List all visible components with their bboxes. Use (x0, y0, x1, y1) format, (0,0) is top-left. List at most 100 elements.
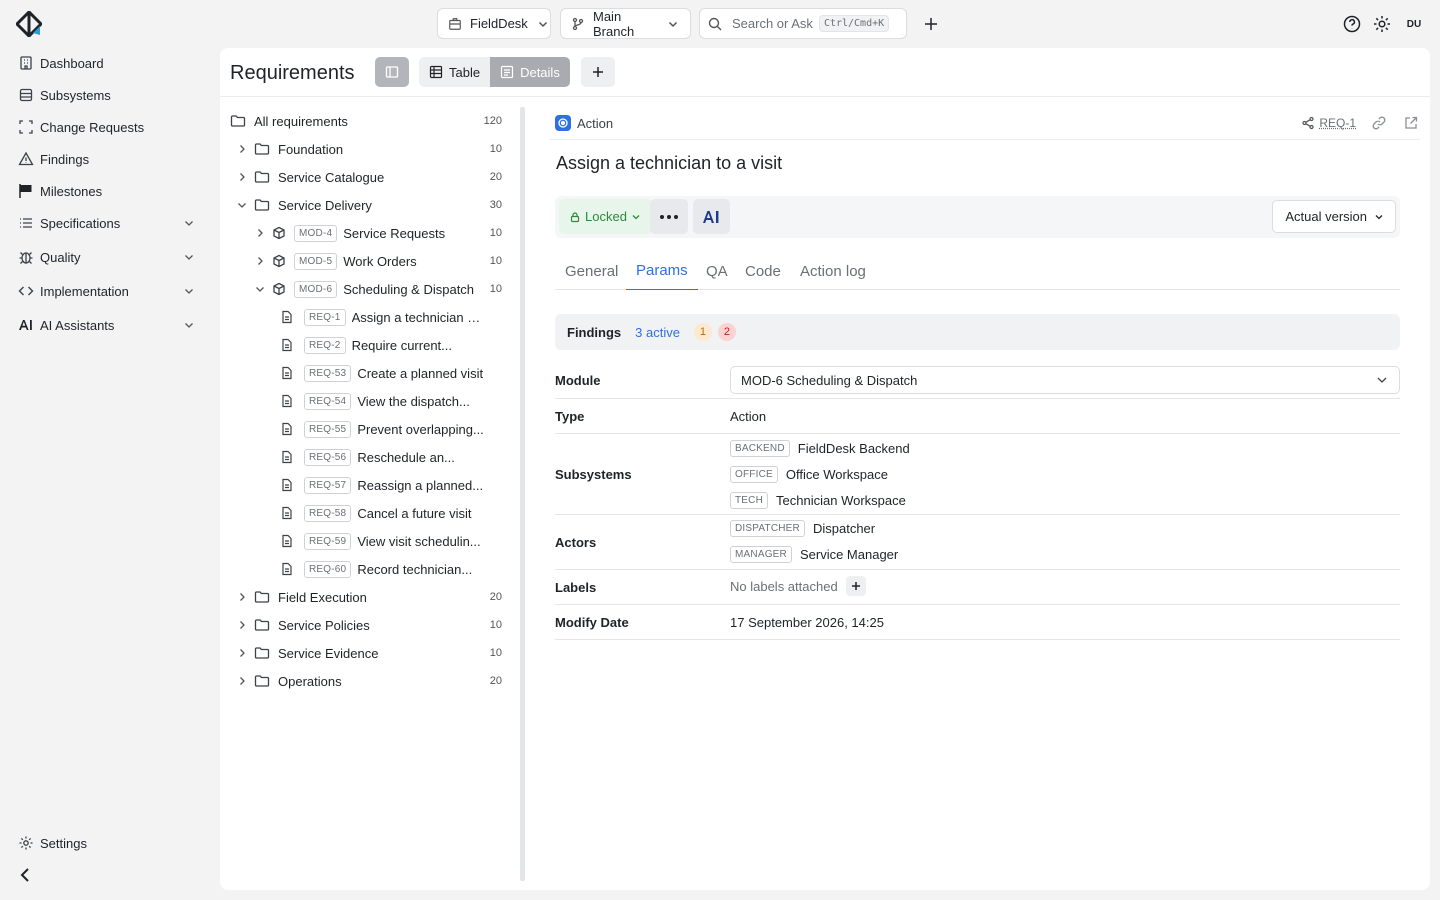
tab-general[interactable]: General (565, 252, 618, 290)
tree-requirement-item[interactable]: REQ-60 Record technician... (220, 555, 510, 583)
findings-error-badge[interactable]: 2 (717, 323, 736, 341)
status-locked-button[interactable]: Locked (559, 199, 652, 234)
tree-label: View the dispatch... (357, 393, 470, 409)
tree-requirement-item[interactable]: REQ-1 Assign a technician t... (220, 303, 510, 331)
sidebar-item-milestones[interactable]: Milestones (10, 177, 210, 205)
tree-group-field-execution[interactable]: Field Execution 20 (220, 583, 510, 611)
sidebar-item-findings[interactable]: Findings (10, 145, 210, 173)
tree-requirement-item[interactable]: REQ-54 View the dispatch... (220, 387, 510, 415)
tree-requirement-item[interactable]: REQ-59 View visit schedulin... (220, 527, 510, 555)
chevron-down-icon[interactable] (254, 283, 266, 295)
project-selector[interactable]: FieldDesk (437, 8, 551, 39)
sidebar-item-label: Change Requests (40, 119, 145, 135)
actor-item[interactable]: MANAGER Service Manager (730, 546, 898, 563)
sidebar-item-specifications[interactable]: Specifications (10, 209, 210, 237)
actor-item[interactable]: DISPATCHER Dispatcher (730, 520, 875, 537)
tree-root-all-requirements[interactable]: All requirements 120 (220, 107, 510, 135)
tree-requirement-item[interactable]: REQ-2 Require current... (220, 331, 510, 359)
tab-qa[interactable]: QA (706, 252, 728, 290)
tree-requirement-item[interactable]: REQ-53 Create a planned visit (220, 359, 510, 387)
app-logo[interactable] (16, 11, 42, 37)
chevron-right-icon[interactable] (236, 675, 248, 687)
tree-count: 10 (489, 647, 502, 659)
tree-module-mod-5[interactable]: MOD-5 Work Orders 10 (220, 247, 510, 275)
requirement-tag: REQ-59 (304, 532, 352, 550)
chevron-right-icon[interactable] (254, 227, 266, 239)
requirement-ref-link[interactable]: REQ-1 (1301, 116, 1356, 130)
chevron-down-icon[interactable] (236, 199, 248, 211)
panel-splitter[interactable] (520, 107, 525, 881)
search-input[interactable]: Search or Ask Ctrl/Cmd+K (699, 8, 907, 39)
sidebar-item-label: Subsystems (40, 87, 111, 103)
tree-module-mod-6[interactable]: MOD-6 Scheduling & Dispatch 10 (220, 275, 510, 303)
help-button[interactable] (1342, 14, 1362, 34)
chevron-down-icon[interactable] (182, 250, 196, 264)
tree-requirement-item[interactable]: REQ-56 Reschedule an... (220, 443, 510, 471)
tab-params[interactable]: Params (626, 252, 698, 290)
findings-warning-badge[interactable]: 1 (693, 323, 712, 341)
link-icon[interactable] (1370, 114, 1388, 132)
subsystem-item[interactable]: BACKEND FieldDesk Backend (730, 440, 910, 457)
chevron-down-icon (1373, 211, 1385, 223)
toggle-tree-panel-button[interactable] (375, 57, 409, 87)
tree-group-operations[interactable]: Operations 20 (220, 667, 510, 695)
sidebar-item-implementation[interactable]: Implementation (10, 277, 210, 305)
requirement-tag: REQ-57 (304, 476, 352, 494)
sidebar-item-ai-assistants[interactable]: AI Assistants (10, 311, 210, 339)
subsystem-item[interactable]: TECH Technician Workspace (730, 492, 906, 509)
detail-tabs: General Params QA Code Action log (555, 252, 1400, 290)
tree-count: 10 (489, 227, 502, 239)
branch-selector[interactable]: Main Branch (560, 8, 691, 39)
sidebar-item-subsystems[interactable]: Subsystems (10, 81, 210, 109)
search-shortcut: Ctrl/Cmd+K (818, 15, 890, 32)
subsystem-item[interactable]: OFFICE Office Workspace (730, 466, 888, 483)
tree-group-service-evidence[interactable]: Service Evidence 10 (220, 639, 510, 667)
tree-requirement-item[interactable]: REQ-55 Prevent overlapping... (220, 415, 510, 443)
more-options-button[interactable] (650, 199, 688, 234)
settings-button[interactable] (1372, 14, 1392, 34)
sidebar-item-change-requests[interactable]: Change Requests (10, 113, 210, 141)
subsystem-tag: BACKEND (730, 440, 790, 457)
tree-requirement-item[interactable]: REQ-57 Reassign a planned... (220, 471, 510, 499)
tree-requirement-item[interactable]: REQ-58 Cancel a future visit (220, 499, 510, 527)
findings-active-link[interactable]: 3 active (635, 325, 680, 340)
tree-group-service-policies[interactable]: Service Policies 10 (220, 611, 510, 639)
tree-label: Assign a technician t... (351, 309, 482, 325)
chevron-right-icon[interactable] (254, 255, 266, 267)
chevron-right-icon[interactable] (236, 591, 248, 603)
page-title: Requirements (230, 62, 355, 84)
add-view-button[interactable] (581, 57, 615, 87)
sidebar-item-quality[interactable]: Quality (10, 243, 210, 271)
table-icon (429, 65, 443, 79)
chevron-right-icon[interactable] (236, 143, 248, 155)
requirement-tag: REQ-2 (304, 336, 346, 354)
sidebar-item-settings[interactable]: Settings (10, 829, 210, 857)
more-horizontal-icon (659, 214, 679, 220)
tree-group-service-delivery[interactable]: Service Delivery 30 (220, 191, 510, 219)
open-external-icon[interactable] (1402, 114, 1420, 132)
module-select[interactable]: MOD-6 Scheduling & Dispatch (730, 366, 1400, 394)
sidebar-item-label: Milestones (40, 183, 103, 199)
collapse-sidebar-button[interactable] (14, 864, 36, 886)
create-button[interactable] (921, 14, 941, 34)
chevron-right-icon[interactable] (236, 171, 248, 183)
tab-code[interactable]: Code (745, 252, 781, 290)
view-details-button[interactable]: Details (490, 57, 570, 87)
chevron-right-icon[interactable] (236, 647, 248, 659)
chevron-down-icon[interactable] (182, 216, 196, 230)
ai-assistant-button[interactable]: AI (693, 199, 730, 234)
add-label-button[interactable] (845, 576, 866, 596)
chevron-down-icon[interactable] (182, 284, 196, 298)
version-select[interactable]: Actual version (1272, 200, 1396, 233)
chevron-right-icon[interactable] (236, 619, 248, 631)
tree-count: 10 (489, 143, 502, 155)
sidebar-item-dashboard[interactable]: Dashboard (10, 49, 210, 77)
tree-group-foundation[interactable]: Foundation 10 (220, 135, 510, 163)
tree-group-service-catalogue[interactable]: Service Catalogue 20 (220, 163, 510, 191)
avatar[interactable]: DU (1402, 13, 1426, 35)
view-table-button[interactable]: Table (419, 57, 491, 87)
tab-action-log[interactable]: Action log (800, 252, 866, 290)
tree-module-mod-4[interactable]: MOD-4 Service Requests 10 (220, 219, 510, 247)
subsystem-name: Technician Workspace (776, 493, 906, 508)
chevron-down-icon[interactable] (182, 318, 196, 332)
